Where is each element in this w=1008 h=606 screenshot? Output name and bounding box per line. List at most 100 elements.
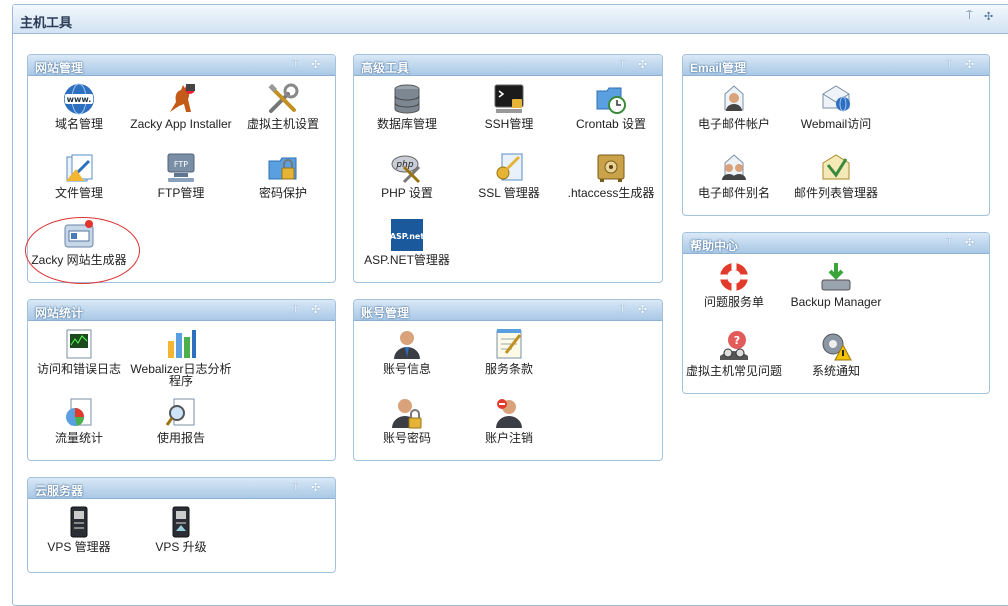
item-label: SSL 管理器: [478, 186, 540, 200]
highlight-circle: [25, 217, 140, 284]
panel-help-center: 帮助中心 ⍑ ✣ 问题服务单 Backup Manager ? 虚拟主机常见问题: [682, 232, 990, 394]
support-ticket-item[interactable]: 问题服务单: [682, 260, 786, 308]
move-icon[interactable]: ✣: [965, 58, 974, 71]
zacky-app-installer-item[interactable]: Zacky App Installer: [129, 82, 233, 130]
webmail-icon: [822, 85, 850, 112]
php-settings-item[interactable]: php PHP 设置: [355, 151, 459, 199]
vhost-faq-item[interactable]: ? 虚拟主机常见问题: [682, 329, 786, 377]
panel-header: 网站统计 ⍑ ✣: [28, 300, 335, 321]
user-lock-icon: [392, 399, 422, 429]
domain-management-item[interactable]: www. 域名管理: [27, 82, 131, 130]
lifebuoy-icon: [720, 263, 748, 291]
item-label: 访问和错误日志: [36, 362, 121, 376]
item-label: Zacky App Installer: [130, 117, 232, 131]
item-label: Crontab 设置: [575, 117, 647, 131]
notepad-icon: [496, 329, 522, 359]
account-cancel-item[interactable]: 账户注销: [457, 396, 561, 444]
item-label: 虚拟主机常见问题: [685, 364, 782, 378]
item-label: FTP管理: [157, 186, 205, 200]
vps-upgrade-item[interactable]: VPS 升级: [129, 505, 233, 553]
panel-header: Email管理 ⍑ ✣: [683, 55, 989, 76]
item-label: 服务条款: [484, 362, 533, 376]
item-label: 域名管理: [54, 117, 103, 131]
panel-header: 高级工具 ⍑ ✣: [354, 55, 662, 76]
pin-icon[interactable]: ⍑: [292, 58, 299, 71]
vhost-settings-item[interactable]: 虚拟主机设置: [231, 82, 335, 130]
log-chart-icon: [66, 329, 92, 359]
panel-account-management: 账号管理 ⍑ ✣ 账号信息 服务条款 账号密码 账户注销: [353, 299, 663, 461]
vps-manager-item[interactable]: VPS 管理器: [27, 505, 131, 553]
aspnet-manager-item[interactable]: ASP.net ASP.NET管理器: [355, 218, 459, 266]
pin-icon[interactable]: ⍑: [292, 481, 299, 494]
pin-icon[interactable]: ⍑: [966, 10, 973, 23]
safe-icon: [597, 154, 625, 182]
password-protection-item[interactable]: 密码保护: [231, 151, 335, 199]
terms-of-service-item[interactable]: 服务条款: [457, 327, 561, 375]
page-title: 主机工具: [20, 15, 73, 30]
file-management-item[interactable]: 文件管理: [27, 151, 131, 199]
email-alias-item[interactable]: 电子邮件别名: [682, 151, 786, 199]
account-info-item[interactable]: 账号信息: [355, 327, 459, 375]
item-label: 密码保护: [258, 186, 307, 200]
item-label: 流量统计: [54, 431, 103, 445]
server-icon: [70, 506, 88, 538]
usage-report-item[interactable]: 使用报告: [129, 396, 233, 444]
panel-email-management: Email管理 ⍑ ✣ 电子邮件帐户 Webmail访问 电子邮件别名 邮件列表…: [682, 54, 990, 216]
traffic-stats-item[interactable]: 流量统计: [27, 396, 131, 444]
mailing-list-icon: [822, 154, 850, 180]
folder-icon: [66, 154, 93, 182]
move-icon[interactable]: ✣: [965, 236, 974, 249]
item-label: 账户注销: [484, 431, 533, 445]
mailing-list-manager-item[interactable]: 邮件列表管理器: [784, 151, 888, 199]
pin-icon[interactable]: ⍑: [619, 303, 626, 316]
item-label: PHP 设置: [381, 186, 433, 200]
panel-title: 帮助中心: [690, 239, 739, 253]
pin-icon[interactable]: ⍑: [946, 236, 953, 249]
ftp-icon-text: FTP: [174, 160, 188, 169]
account-password-item[interactable]: 账号密码: [355, 396, 459, 444]
database-management-item[interactable]: 数据库管理: [355, 82, 459, 130]
move-icon[interactable]: ✣: [311, 481, 320, 494]
pie-chart-icon: [66, 398, 92, 426]
item-label: 邮件列表管理器: [793, 186, 878, 200]
panel-title: 云服务器: [35, 484, 84, 498]
move-icon[interactable]: ✣: [311, 303, 320, 316]
panel-header: 帮助中心 ⍑ ✣: [683, 233, 989, 254]
move-icon[interactable]: ✣: [984, 10, 993, 23]
tools-icon: [268, 83, 299, 113]
server-upgrade-icon: [172, 506, 190, 538]
move-icon[interactable]: ✣: [638, 58, 647, 71]
pin-icon[interactable]: ⍑: [292, 303, 299, 316]
panel-title: Email管理: [690, 61, 747, 75]
item-label: Webmail访问: [800, 117, 872, 131]
ftp-management-item[interactable]: FTP FTP管理: [129, 151, 233, 199]
ssl-manager-item[interactable]: SSL 管理器: [457, 151, 561, 199]
lock-folder-icon: [268, 157, 297, 180]
email-user-icon: [724, 85, 744, 111]
crontab-settings-item[interactable]: Crontab 设置: [559, 82, 663, 130]
ssh-management-item[interactable]: SSH管理: [457, 82, 561, 130]
htaccess-generator-item[interactable]: .htaccess生成器: [559, 151, 663, 199]
email-accounts-item[interactable]: 电子邮件帐户: [682, 82, 786, 130]
backup-manager-item[interactable]: Backup Manager: [784, 260, 888, 308]
panel-title: 账号管理: [361, 306, 410, 320]
email-group-icon: [722, 154, 746, 180]
panel-title: 高级工具: [361, 61, 410, 75]
user-icon: [394, 331, 420, 359]
access-error-logs-item[interactable]: 访问和错误日志: [27, 327, 131, 375]
item-label: 数据库管理: [376, 117, 437, 131]
panel-cloud-server: 云服务器 ⍑ ✣ VPS 管理器 VPS 升级: [27, 477, 336, 573]
www-icon-text: www.: [67, 95, 92, 104]
webalizer-item[interactable]: Webalizer日志分析程序: [129, 327, 233, 387]
item-label: 电子邮件别名: [697, 186, 770, 200]
system-notice-item[interactable]: 系统通知: [784, 329, 888, 377]
panel-site-stats: 网站统计 ⍑ ✣ 访问和错误日志 Webalizer日志分析程序 流量统计 使用…: [27, 299, 336, 461]
webmail-access-item[interactable]: Webmail访问: [784, 82, 888, 130]
move-icon[interactable]: ✣: [638, 303, 647, 316]
pin-icon[interactable]: ⍑: [946, 58, 953, 71]
panel-title: 网站统计: [35, 306, 84, 320]
move-icon[interactable]: ✣: [311, 58, 320, 71]
item-label: ASP.NET管理器: [364, 253, 450, 267]
aspnet-icon-text: ASP.net: [390, 232, 424, 241]
pin-icon[interactable]: ⍑: [619, 58, 626, 71]
